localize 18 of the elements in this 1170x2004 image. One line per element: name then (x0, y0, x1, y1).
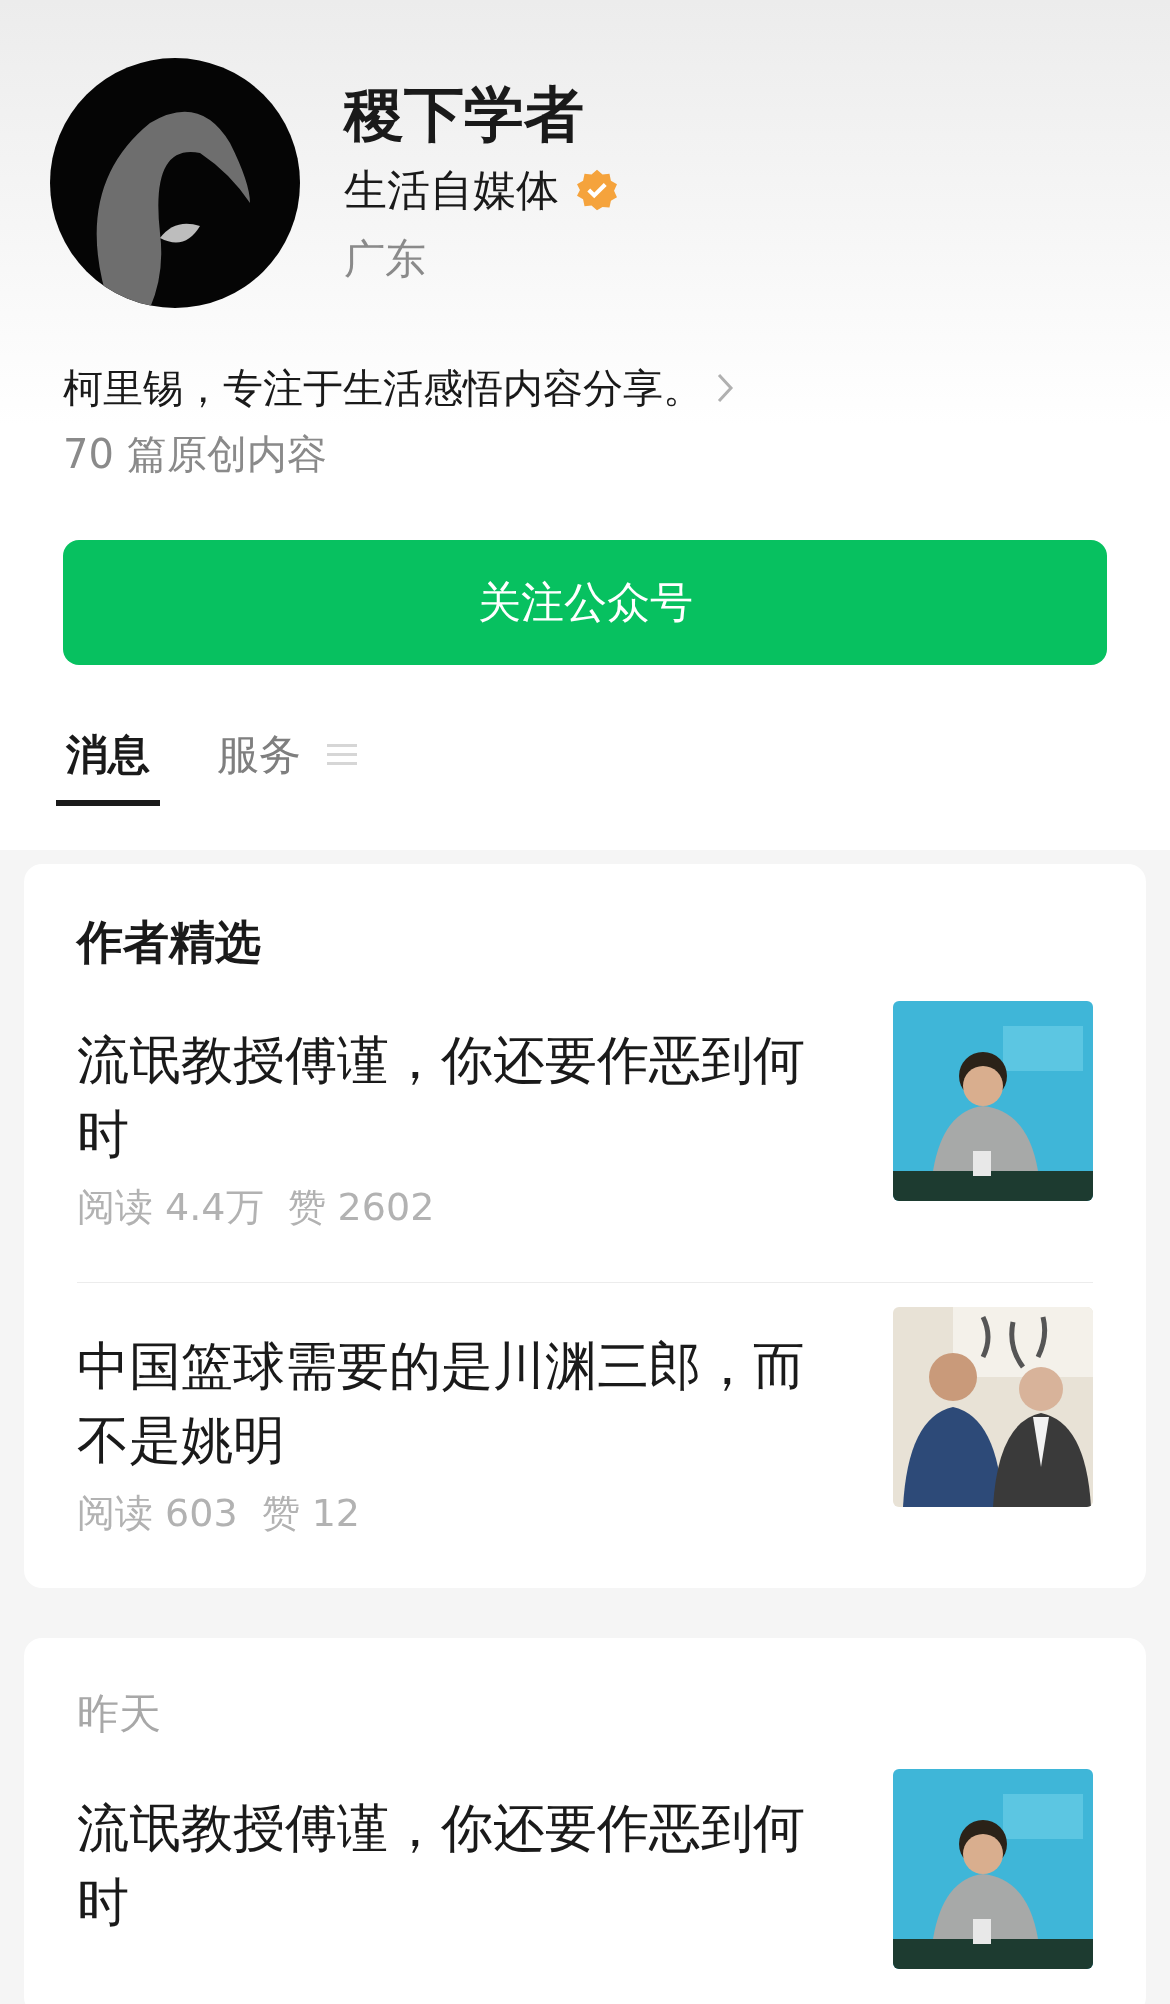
like-count: 赞 2602 (287, 1184, 435, 1231)
tab[interactable]: 服务 (207, 723, 311, 806)
read-count: 阅读 4.4万 (77, 1184, 264, 1231)
chevron-right-icon (715, 371, 735, 405)
menu-icon[interactable] (327, 741, 357, 768)
section-heading: 作者精选 (77, 915, 261, 969)
account-category: 生活自媒体 (344, 164, 559, 217)
original-count: 70 篇原创内容 (63, 430, 328, 479)
article-title[interactable]: 流氓教授傅谨，你还要作恶到何时 (77, 1023, 837, 1171)
date-label: 昨天 (77, 1689, 161, 1738)
read-count: 阅读 603 (77, 1490, 238, 1537)
region-label: 广东 (344, 233, 427, 285)
account-name: 稷下学者 (344, 78, 585, 151)
article-title[interactable]: 中国篮球需要的是川渊三郎，而不是姚明 (77, 1329, 837, 1477)
tab[interactable]: 消息 (56, 723, 160, 806)
like-count: 赞 12 (261, 1490, 361, 1537)
article-title[interactable]: 流氓教授傅谨，你还要作恶到何时 (77, 1791, 837, 1939)
account-bio[interactable]: 柯里锡，专注于生活感悟内容分享。 (63, 358, 703, 418)
